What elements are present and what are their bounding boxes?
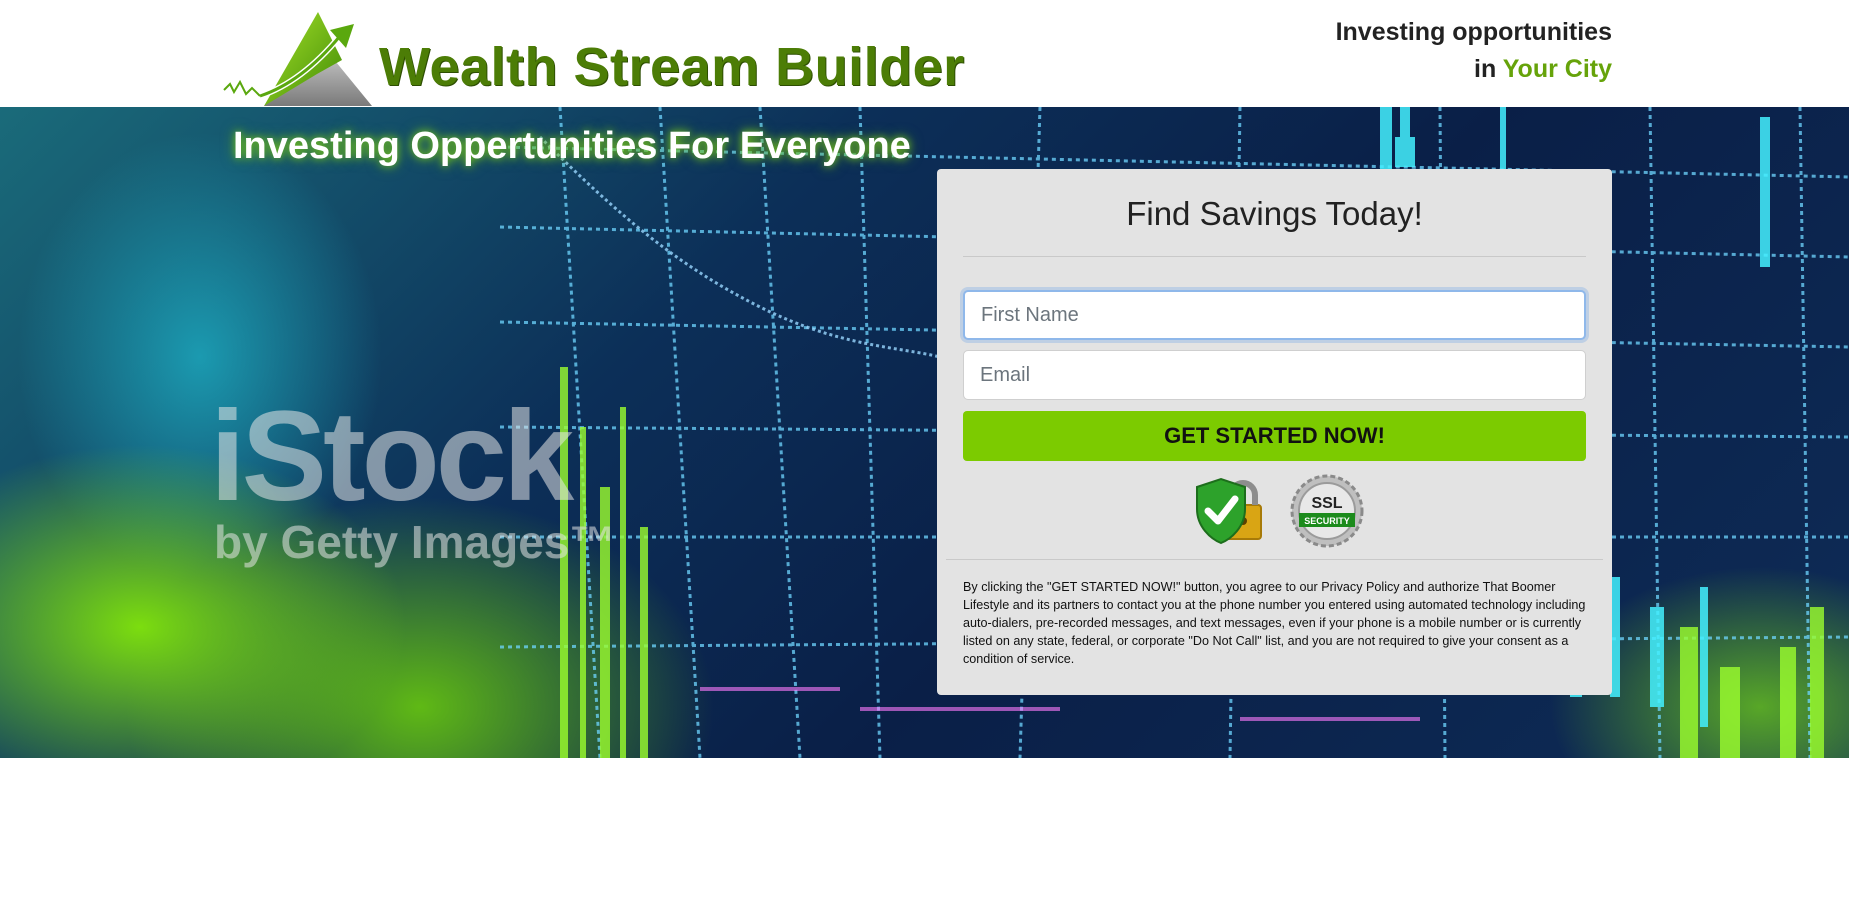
brand-logo[interactable]: Wealth Stream Builder: [222, 10, 964, 106]
get-started-button[interactable]: GET STARTED NOW!: [963, 411, 1586, 461]
form-divider: [963, 256, 1586, 257]
tagline-line1: Investing opportunities: [1335, 18, 1612, 46]
ssl-badge-text: SSL: [1311, 495, 1342, 512]
form-title: Find Savings Today!: [1126, 195, 1423, 232]
email-input[interactable]: [963, 350, 1586, 400]
form-divider-2: [946, 559, 1603, 560]
tagline-city: Your City: [1502, 55, 1612, 83]
security-badges: SSL SECURITY: [1191, 473, 1371, 549]
signup-form-card: Find Savings Today! GET STARTED NOW! SSL…: [937, 169, 1612, 695]
ssl-security-badge-icon: SSL SECURITY: [1290, 474, 1364, 548]
ssl-badge-subtext: SECURITY: [1304, 516, 1350, 526]
shield-check-icon: [1196, 477, 1262, 545]
header-tagline: Investing opportunities in Your City: [1336, 14, 1612, 88]
first-name-input[interactable]: [963, 290, 1586, 340]
mountain-arrow-logo-icon: [223, 12, 372, 106]
brand-name: Wealth Stream Builder: [379, 37, 965, 97]
site-header: Wealth Stream Builder Investing opportun…: [0, 0, 1849, 107]
consent-disclaimer: By clicking the "GET STARTED NOW!" butto…: [963, 580, 1586, 666]
hero-title: Investing Oppertunities For Everyone: [233, 125, 911, 167]
tagline-in: in: [1474, 55, 1497, 83]
tagline-line2: in Your City: [1336, 51, 1612, 88]
